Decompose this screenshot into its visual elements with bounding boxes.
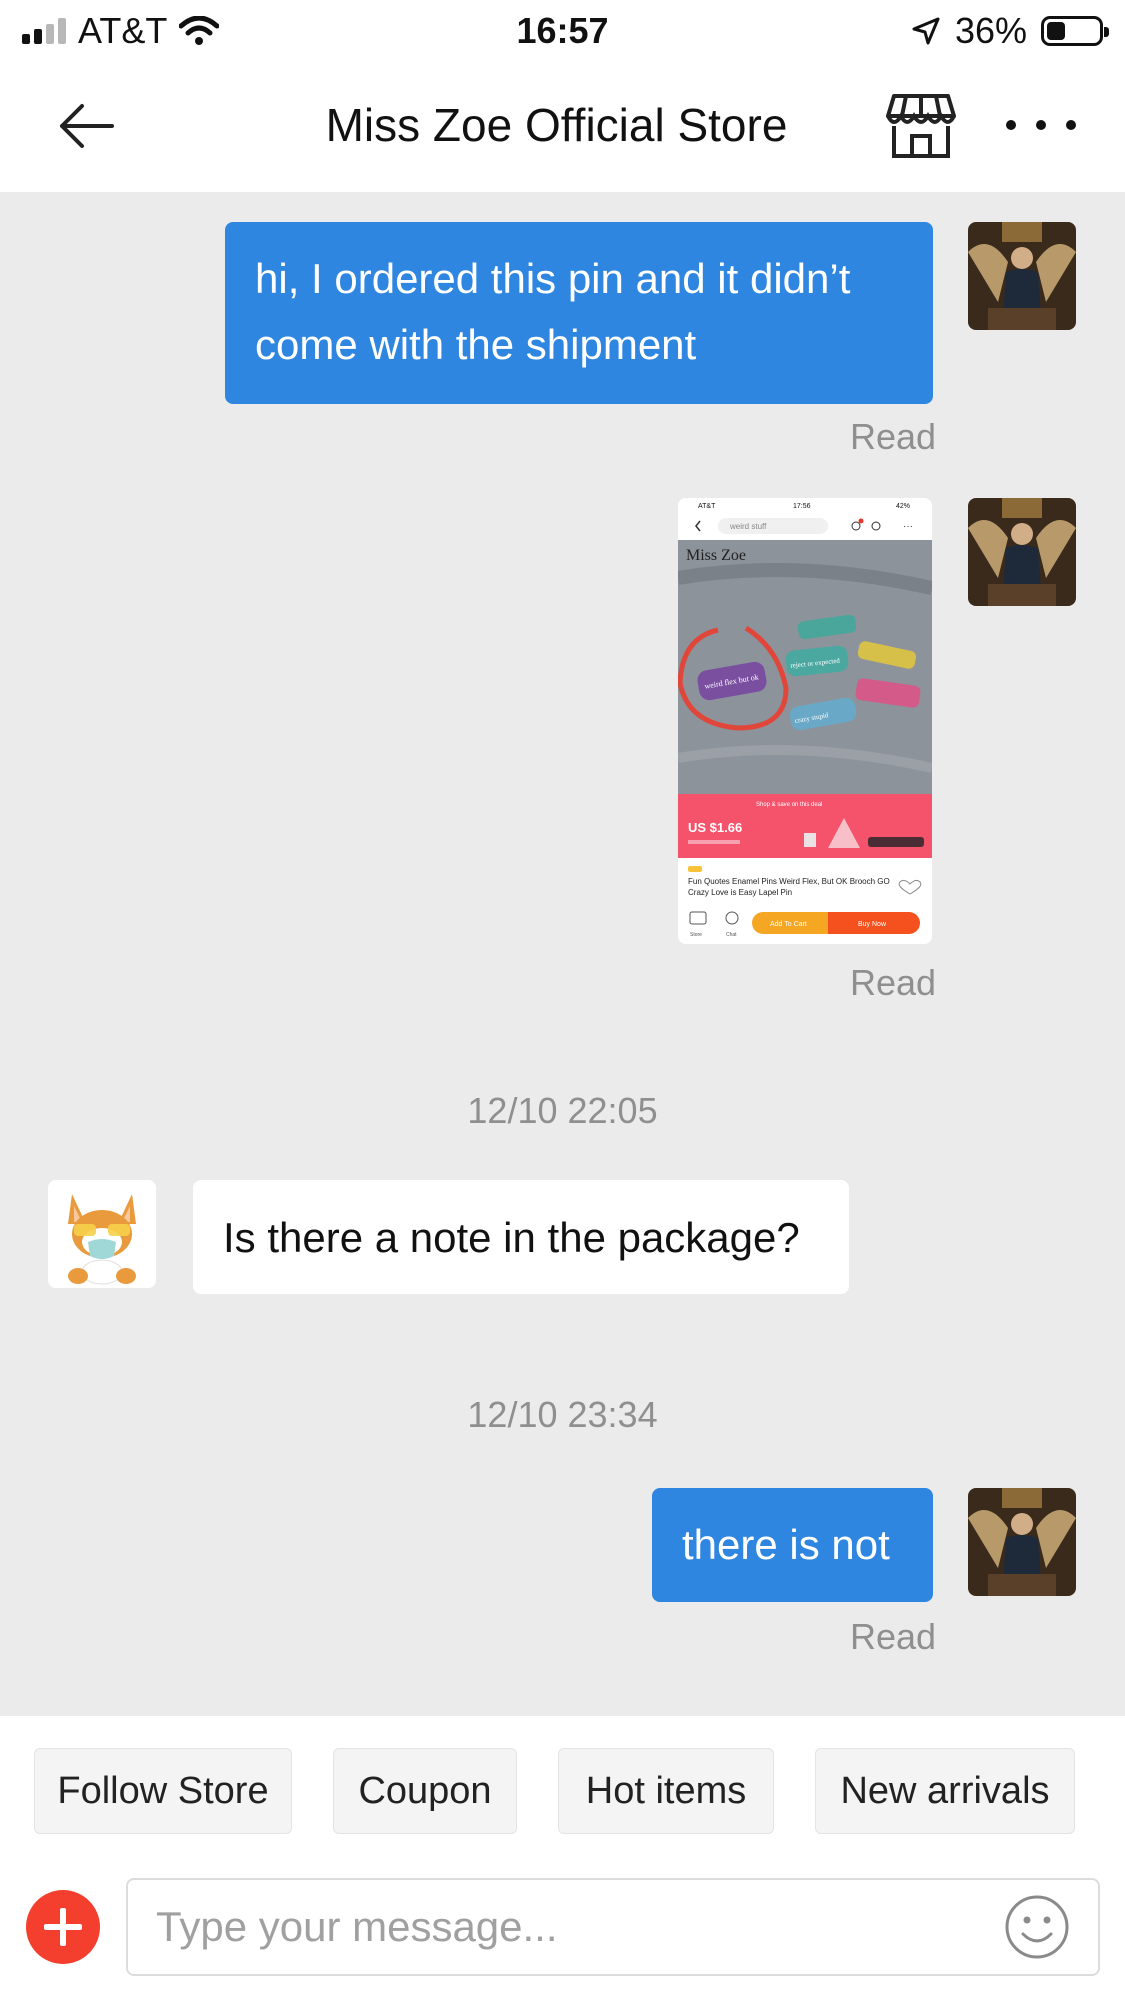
mini-nav-chat: Chat (726, 932, 737, 938)
mini-buy-now: Buy Now (858, 921, 887, 928)
mini-time: 17:56 (793, 503, 811, 510)
follow-store-button[interactable]: Follow Store (34, 1748, 292, 1834)
status-right: 36% (911, 10, 1109, 52)
timestamp: 12/10 23:34 (467, 1394, 658, 1435)
coupon-button[interactable]: Coupon (333, 1748, 517, 1834)
read-receipt: Read (850, 962, 937, 1003)
more-icon[interactable] (1006, 102, 1076, 148)
read-receipt: Read (850, 416, 937, 457)
outgoing-message[interactable]: there is not (652, 1488, 933, 1602)
mini-store-name: Miss Zoe (686, 547, 746, 564)
message-text: Is there a note in the package? (223, 1214, 800, 1261)
user-avatar[interactable] (968, 1488, 1076, 1596)
mini-battery: 42% (896, 503, 910, 510)
store-icon (886, 94, 956, 158)
mini-product-title: Fun Quotes Enamel Pins Weird Flex, But O… (688, 877, 890, 897)
user-avatar[interactable] (968, 498, 1076, 606)
store-button[interactable] (884, 88, 958, 162)
smiley-icon (1005, 1895, 1069, 1959)
mini-carrier: AT&T (698, 503, 716, 510)
user-avatar[interactable] (968, 222, 1076, 330)
chat-area[interactable]: hi, I ordered this pin and it didn’t com… (0, 192, 1125, 1716)
battery-level (1047, 22, 1065, 40)
mini-search-placeholder: weird stuff (729, 522, 767, 531)
message-text: there is not (682, 1521, 890, 1568)
emoji-button[interactable] (1004, 1894, 1070, 1960)
hot-items-button[interactable]: Hot items (558, 1748, 774, 1834)
message-input-bar (0, 1860, 1125, 2000)
message-input[interactable] (126, 1878, 1100, 1976)
mini-add-to-cart: Add To Cart (770, 921, 807, 928)
mini-promo: Shop & save on this deal (756, 802, 822, 808)
store-avatar[interactable] (48, 1180, 156, 1288)
mini-nav-store: Store (690, 932, 702, 938)
message-text: hi, I ordered this pin and it didn’t com… (255, 255, 851, 368)
chat-header: Miss Zoe Official Store (0, 62, 1125, 192)
mini-price: US $1.66 (688, 820, 742, 835)
status-bar: AT&T 16:57 36% (0, 0, 1125, 62)
corgi-avatar-icon (48, 1180, 156, 1288)
new-arrivals-button[interactable]: New arrivals (815, 1748, 1075, 1834)
svg-text:···: ··· (903, 521, 913, 532)
timestamp: 12/10 22:05 (467, 1090, 658, 1131)
outgoing-message[interactable]: hi, I ordered this pin and it didn’t com… (225, 222, 933, 404)
shared-product-screenshot[interactable]: AT&T 17:56 42% weird stuff ··· Miss Zoe … (678, 498, 932, 944)
read-receipt: Read (850, 1616, 937, 1657)
product-screenshot-image: AT&T 17:56 42% weird stuff ··· Miss Zoe … (678, 498, 932, 944)
location-arrow-icon (912, 17, 940, 45)
battery-icon (1041, 16, 1109, 46)
incoming-message[interactable]: Is there a note in the package? (193, 1180, 849, 1294)
quick-actions-bar: Follow Store Coupon Hot items New arriva… (0, 1716, 1125, 1860)
battery-percent: 36% (954, 10, 1027, 51)
add-attachment-button[interactable] (26, 1890, 100, 1964)
